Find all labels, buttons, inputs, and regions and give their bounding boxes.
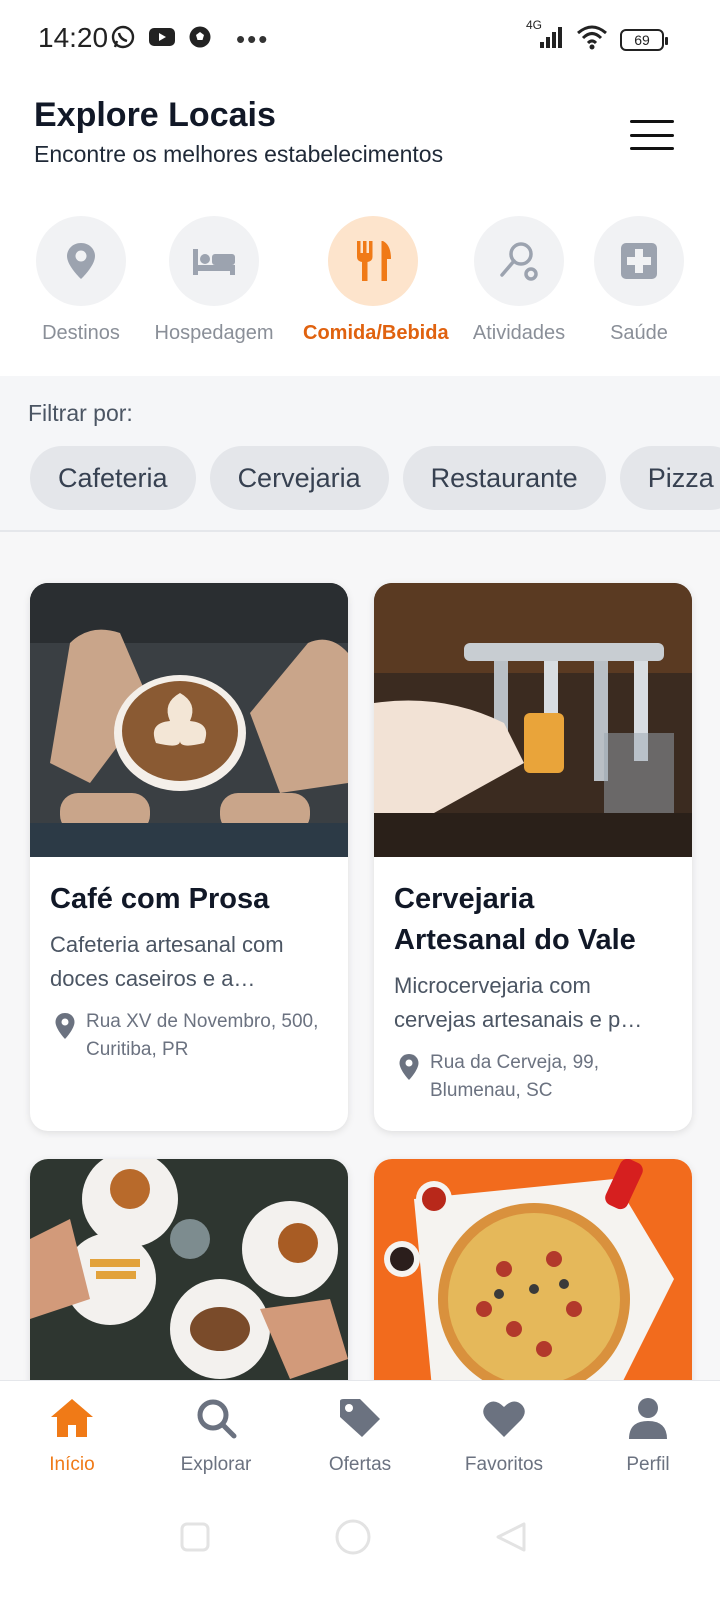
map-pin-icon: [398, 1053, 420, 1086]
nav-perfil[interactable]: Perfil: [576, 1381, 720, 1486]
bottom-navigation: Início Explorar Ofertas Favoritos Perfil: [0, 1380, 720, 1486]
card-title: Cervejaria Artesanal do Vale: [394, 883, 636, 956]
more-dots-icon: •••: [236, 24, 270, 54]
chip-restaurante[interactable]: Restaurante: [402, 446, 606, 510]
page-subtitle: Encontre os melhores estabelecimentos: [34, 141, 444, 167]
back-icon[interactable]: [496, 1522, 526, 1557]
category-hospedagem[interactable]: Hospedagem: [144, 216, 284, 345]
youtube-icon: [148, 26, 176, 53]
establishment-card[interactable]: [374, 1159, 692, 1382]
category-atividades[interactable]: Atividades: [449, 216, 589, 345]
network-type: 4G: [526, 18, 543, 32]
status-bar: 14:20 ••• 4G 69: [0, 0, 720, 78]
beer-tap-photo: [374, 583, 692, 857]
medical-plus-icon: [594, 216, 684, 306]
card-title: Café com Prosa: [50, 883, 270, 915]
category-label: Comida/Bebida: [303, 322, 449, 344]
header: Explore Locais Encontre os melhores esta…: [34, 96, 443, 168]
status-time: 14:20: [38, 22, 109, 53]
category-bar: Destinos Hospedagem Comida/Bebida Ativid…: [0, 216, 720, 376]
latte-art-coffee-photo: [30, 583, 348, 857]
establishment-card[interactable]: Cervejaria Artesanal do Vale Microcervej…: [374, 583, 692, 1131]
recent-apps-icon[interactable]: [180, 1522, 210, 1557]
route-icon: [474, 216, 564, 306]
whatsapp-icon: [110, 24, 136, 55]
establishment-card[interactable]: Café com Prosa Cafeteria artesanal com d…: [30, 583, 348, 1131]
pizza-photo: [374, 1159, 692, 1382]
nav-label: Explorar: [180, 1454, 252, 1475]
category-comida-bebida[interactable]: Comida/Bebida: [303, 216, 449, 345]
bed-icon: [169, 216, 259, 306]
battery-icon: 69: [620, 28, 668, 51]
category-label: Saúde: [610, 322, 668, 344]
filter-area: Filtrar por: Cafeteria Cervejaria Restau…: [0, 376, 720, 532]
search-icon: [195, 1397, 237, 1444]
user-icon: [627, 1397, 669, 1444]
home-system-icon[interactable]: [334, 1518, 372, 1561]
address-text: Rua da Cerveja, 99, Blumenau, SC: [430, 1052, 599, 1101]
soccer-ball-icon: [188, 25, 212, 54]
category-label: Atividades: [472, 322, 566, 344]
home-icon: [49, 1397, 95, 1444]
card-description: Cafeteria artesanal com doces caseiros e…: [50, 932, 284, 991]
tag-icon: [338, 1397, 382, 1444]
chip-cervejaria[interactable]: Cervejaria: [209, 446, 389, 510]
nav-inicio[interactable]: Início: [0, 1381, 144, 1486]
status-icons-left: •••: [110, 24, 269, 55]
chip-pizza[interactable]: Pizza: [619, 446, 720, 510]
category-saude[interactable]: Saúde: [569, 216, 709, 345]
nav-explorar[interactable]: Explorar: [144, 1381, 288, 1486]
card-description: Microcervejaria com cervejas artesanais …: [394, 973, 643, 1032]
nav-ofertas[interactable]: Ofertas: [288, 1381, 432, 1486]
system-navigation-bar: [0, 1486, 720, 1600]
filter-label: Filtrar por:: [28, 400, 133, 426]
category-label: Hospedagem: [154, 322, 274, 344]
filter-chips: Cafeteria Cervejaria Restaurante Pizza: [30, 446, 720, 510]
establishment-grid: Café com Prosa Cafeteria artesanal com d…: [0, 532, 720, 1382]
utensils-icon: [328, 216, 418, 306]
category-destinos[interactable]: Destinos: [11, 216, 151, 345]
page-title: Explore Locais: [34, 96, 276, 134]
wifi-icon: [576, 24, 608, 55]
category-label: Destinos: [42, 322, 120, 344]
nav-label: Favoritos: [464, 1454, 544, 1475]
chip-cafeteria[interactable]: Cafeteria: [30, 446, 196, 510]
address-text: Rua XV de Novembro, 500, Curitiba, PR: [86, 1011, 319, 1060]
signal-icon: 4G: [526, 18, 564, 55]
nav-label: Início: [49, 1454, 95, 1475]
card-address: Rua da Cerveja, 99, Blumenau, SC: [394, 1049, 672, 1105]
nav-favoritos[interactable]: Favoritos: [432, 1381, 576, 1486]
heart-icon: [482, 1397, 526, 1444]
nav-label: Perfil: [626, 1454, 670, 1475]
hamburger-menu-icon[interactable]: [630, 120, 674, 150]
nav-label: Ofertas: [328, 1454, 392, 1475]
map-pin-icon: [54, 1012, 76, 1045]
burgers-table-photo: [30, 1159, 348, 1382]
card-body: Cervejaria Artesanal do Vale Microcervej…: [374, 857, 692, 1125]
card-body: Café com Prosa Cafeteria artesanal com d…: [30, 857, 348, 1084]
establishment-card[interactable]: [30, 1159, 348, 1382]
status-icons-right: 4G 69: [526, 18, 668, 55]
map-pin-icon: [36, 216, 126, 306]
card-address: Rua XV de Novembro, 500, Curitiba, PR: [50, 1008, 328, 1064]
